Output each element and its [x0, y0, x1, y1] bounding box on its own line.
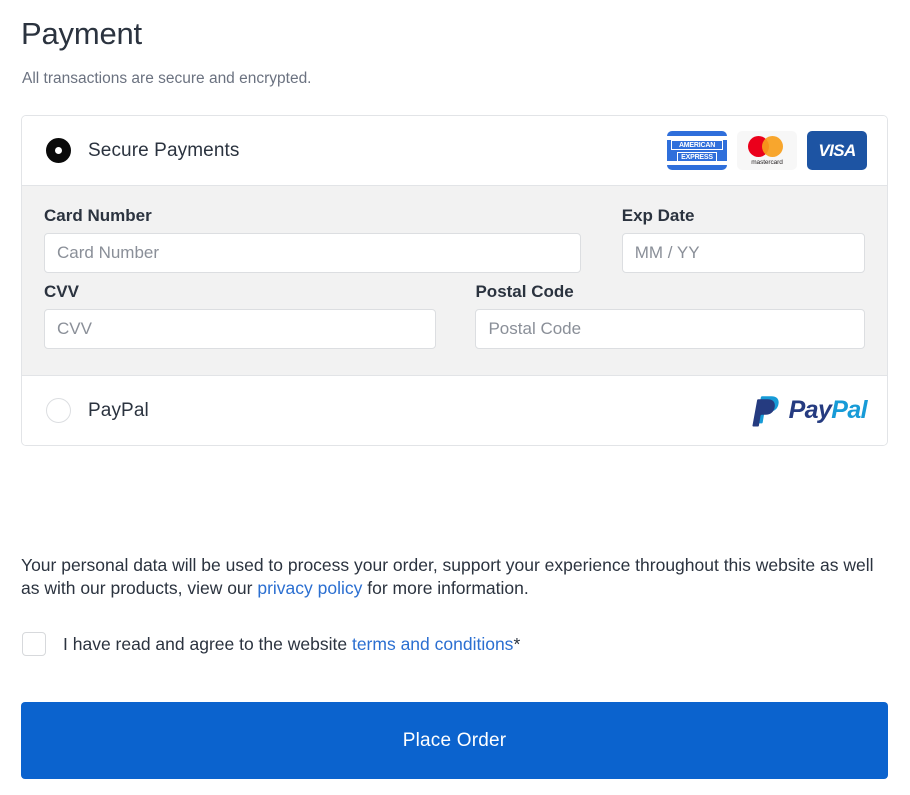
card-number-input[interactable]: [44, 233, 581, 273]
mastercard-circle-orange: [762, 136, 783, 157]
radio-selected-icon[interactable]: [46, 138, 71, 163]
terms-text-before: I have read and agree to the website: [63, 634, 352, 654]
privacy-text-part2: for more information.: [362, 577, 529, 598]
field-postal-code: Postal Code: [475, 282, 865, 349]
page-subtitle: All transactions are secure and encrypte…: [22, 70, 312, 87]
paypal-p-mark-icon: [752, 395, 779, 426]
field-label-exp-date: Exp Date: [621, 206, 695, 225]
radio-unselected-icon[interactable]: [46, 398, 71, 423]
amex-label-express: EXPRESS: [677, 152, 717, 162]
mastercard-logo: mastercard: [737, 131, 797, 170]
required-asterisk: *: [513, 634, 521, 654]
field-card-number: Card Number: [44, 206, 581, 273]
field-cvv: CVV: [44, 282, 437, 349]
payment-method-paypal[interactable]: PayPal PayPal: [22, 376, 887, 445]
payment-page: Payment All transactions are secure and …: [0, 0, 910, 795]
terms-checkbox[interactable]: [22, 632, 46, 656]
visa-wordmark: VISA: [818, 140, 856, 160]
paypal-wordmark: PayPal: [788, 396, 868, 425]
field-exp-date: Exp Date: [621, 206, 865, 273]
terms-and-conditions-link[interactable]: terms and conditions: [352, 634, 513, 654]
card-fields-area: Card Number Exp Date CVV Postal Code: [22, 185, 887, 376]
cvv-input[interactable]: [44, 309, 437, 349]
paypal-logo: PayPal: [752, 394, 868, 428]
page-title: Payment: [21, 16, 142, 51]
field-label-card-number: Card Number: [44, 206, 152, 225]
amex-label-american: AMERICAN: [671, 140, 723, 150]
payment-method-secure-payments[interactable]: Secure Payments AMERICAN EXPRESS masterc…: [22, 116, 887, 185]
payment-method-label-secure-payments: Secure Payments: [88, 139, 240, 161]
card-fields-row-1: Card Number Exp Date: [44, 206, 865, 273]
terms-text: I have read and agree to the website ter…: [63, 632, 520, 656]
visa-logo: VISA: [807, 131, 867, 170]
terms-agreement-row: I have read and agree to the website ter…: [22, 632, 520, 656]
card-fields-row-2: CVV Postal Code: [44, 282, 865, 349]
paypal-word-pay: Pay: [788, 396, 832, 424]
privacy-notice: Your personal data will be used to proce…: [21, 554, 876, 600]
privacy-policy-link[interactable]: privacy policy: [257, 578, 362, 598]
payment-methods-panel: Secure Payments AMERICAN EXPRESS masterc…: [21, 115, 888, 446]
american-express-logo: AMERICAN EXPRESS: [667, 131, 727, 170]
field-label-postal-code: Postal Code: [475, 282, 574, 301]
card-brand-logos: AMERICAN EXPRESS mastercard VISA: [667, 131, 867, 170]
place-order-button[interactable]: Place Order: [21, 702, 888, 779]
mastercard-wordmark: mastercard: [751, 159, 783, 166]
postal-code-input[interactable]: [475, 309, 865, 349]
field-label-cvv: CVV: [44, 282, 79, 301]
paypal-word-pal: Pal: [831, 396, 867, 424]
exp-date-input[interactable]: [621, 233, 865, 273]
payment-method-label-paypal: PayPal: [88, 399, 149, 421]
